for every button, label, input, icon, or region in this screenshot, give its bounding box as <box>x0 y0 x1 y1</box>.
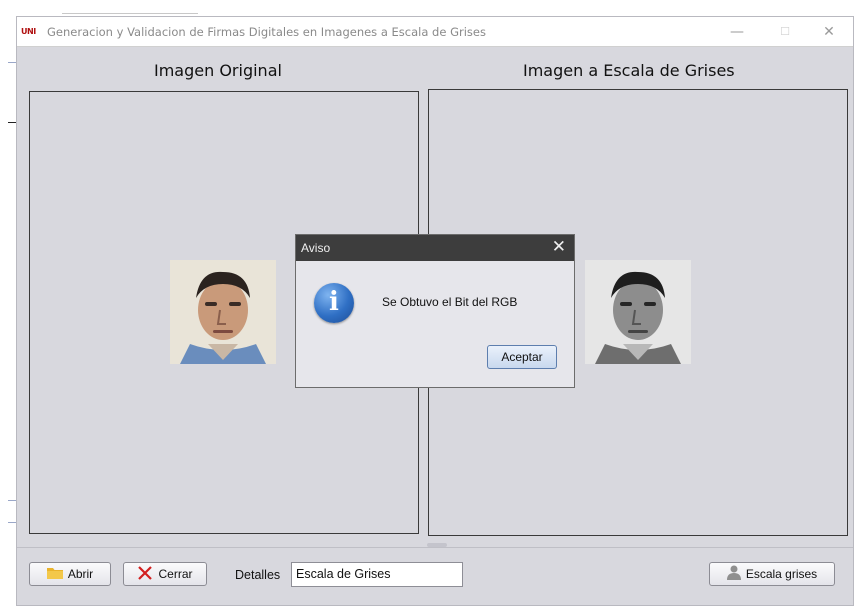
grayscale-face-image <box>585 260 691 364</box>
app-logo-icon: UNI <box>21 27 36 36</box>
cerrar-label: Cerrar <box>158 567 193 581</box>
dialog-message: Se Obtuvo el Bit del RGB <box>382 295 518 309</box>
original-face-image <box>170 260 276 364</box>
title-bar[interactable]: UNI Generacion y Validacion de Firmas Di… <box>17 17 853 47</box>
aceptar-button[interactable]: Aceptar <box>487 345 557 369</box>
desktop-divider <box>8 62 16 63</box>
aviso-dialog: Aviso ✕ i Se Obtuvo el Bit del RGB Acept… <box>295 234 575 388</box>
desktop-divider <box>8 122 16 123</box>
user-icon <box>726 565 741 583</box>
dialog-close-icon[interactable]: ✕ <box>552 237 566 257</box>
detalles-field[interactable]: Escala de Grises <box>291 562 463 587</box>
desktop-divider <box>62 13 198 14</box>
dialog-title: Aviso <box>301 241 331 255</box>
maximize-button[interactable]: ☐ <box>771 21 799 43</box>
x-icon <box>137 565 153 584</box>
desktop-background <box>0 0 16 609</box>
escala-grises-label: Escala grises <box>745 567 818 581</box>
toolbar-divider <box>17 547 853 548</box>
grayscale-image-title: Imagen a Escala de Grises <box>523 61 735 80</box>
info-icon: i <box>314 283 354 323</box>
close-button[interactable]: ✕ <box>815 21 843 43</box>
desktop-divider <box>8 522 16 523</box>
abrir-button[interactable]: Abrir <box>29 562 111 586</box>
abrir-label: Abrir <box>67 567 94 581</box>
minimize-button[interactable]: — <box>723 21 751 43</box>
folder-icon <box>46 566 63 582</box>
cerrar-button[interactable]: Cerrar <box>123 562 207 586</box>
escala-grises-button[interactable]: Escala grises <box>709 562 835 586</box>
detalles-label: Detalles <box>235 568 281 582</box>
dialog-title-bar[interactable]: Aviso ✕ <box>296 235 574 261</box>
window-title: Generacion y Validacion de Firmas Digita… <box>47 25 486 39</box>
desktop-divider <box>8 500 16 501</box>
original-image-title: Imagen Original <box>154 61 282 80</box>
